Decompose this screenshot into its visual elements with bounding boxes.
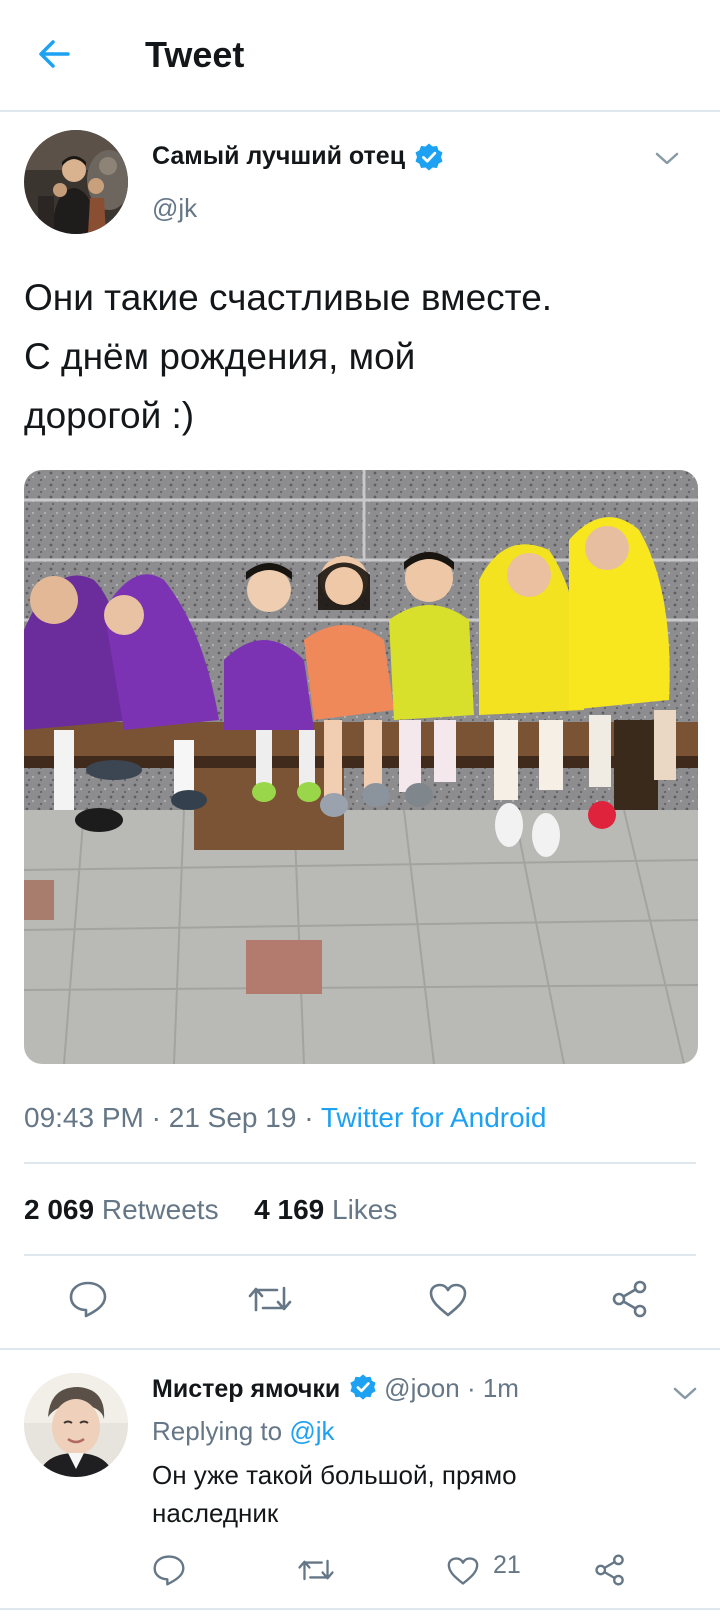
- author-name-row: Самый лучший отец: [152, 142, 444, 177]
- retweets-stat[interactable]: 2 069 Retweets: [24, 1194, 219, 1225]
- tweet-text-line: дорогой :): [24, 395, 195, 436]
- replying-to-handle[interactable]: @jk: [289, 1416, 334, 1446]
- like-icon[interactable]: [428, 1282, 468, 1323]
- tweet-time: 09:43 PM: [24, 1102, 144, 1133]
- tweet-photo[interactable]: [24, 470, 698, 1064]
- tweet-stats: 2 069 Retweets 4 169 Likes: [24, 1194, 397, 1226]
- author-name[interactable]: Самый лучший отец: [152, 142, 405, 170]
- retweets-label: Retweets: [101, 1194, 219, 1225]
- like-icon[interactable]: [446, 1556, 480, 1591]
- tweet-source-link[interactable]: Twitter for Android: [321, 1102, 547, 1133]
- reply-icon[interactable]: [68, 1280, 108, 1323]
- meta-separator: ·: [143, 1102, 169, 1133]
- reply-header: Мистер ямочки @joon · 1m: [152, 1373, 519, 1408]
- meta-separator: ·: [459, 1373, 483, 1404]
- share-icon[interactable]: [594, 1554, 626, 1591]
- chevron-down-icon[interactable]: [654, 150, 680, 173]
- reply-icon[interactable]: [152, 1554, 186, 1591]
- divider: [0, 1348, 720, 1350]
- divider: [24, 1254, 696, 1256]
- page-title: Tweet: [145, 34, 245, 75]
- author-handle[interactable]: @jk: [152, 193, 197, 224]
- reply-time: 1m: [482, 1373, 519, 1404]
- chevron-down-icon[interactable]: [672, 1385, 698, 1408]
- likes-label: Likes: [332, 1194, 398, 1225]
- author-avatar[interactable]: [24, 130, 128, 234]
- likes-count: 4 169: [254, 1194, 325, 1225]
- tweet-meta: 09:43 PM · 21 Sep 19 · Twitter for Andro…: [24, 1102, 546, 1134]
- divider: [0, 1608, 720, 1610]
- retweets-count: 2 069: [24, 1194, 95, 1225]
- verified-icon: [410, 142, 444, 177]
- likes-stat[interactable]: 4 169 Likes: [254, 1194, 397, 1225]
- reply-like-count: 21: [493, 1551, 521, 1579]
- tweet-text: Они такие счастливые вместе. С днём рожд…: [24, 268, 694, 445]
- replying-to-label: Replying to: [152, 1416, 283, 1446]
- top-bar: Tweet: [0, 0, 720, 112]
- back-arrow-icon[interactable]: [34, 34, 74, 74]
- verified-icon: [347, 1373, 377, 1408]
- share-icon[interactable]: [611, 1280, 649, 1323]
- reply-text: Он уже такой большой, прямо наследник: [152, 1460, 517, 1528]
- retweet-icon[interactable]: [297, 1556, 335, 1589]
- reply-author-name[interactable]: Мистер ямочки: [152, 1375, 340, 1403]
- replying-to: Replying to @jk: [152, 1416, 334, 1447]
- reply-author-avatar[interactable]: [24, 1373, 128, 1477]
- tweet-date: 21 Sep 19: [168, 1102, 297, 1133]
- divider: [24, 1162, 696, 1164]
- meta-separator: ·: [296, 1102, 321, 1133]
- tweet-text-line: Они такие счастливые вместе.: [24, 277, 553, 318]
- tweet-text-line: С днём рождения, мой: [24, 336, 416, 377]
- retweet-icon[interactable]: [247, 1282, 293, 1321]
- reply-author-handle[interactable]: @joon: [384, 1373, 460, 1403]
